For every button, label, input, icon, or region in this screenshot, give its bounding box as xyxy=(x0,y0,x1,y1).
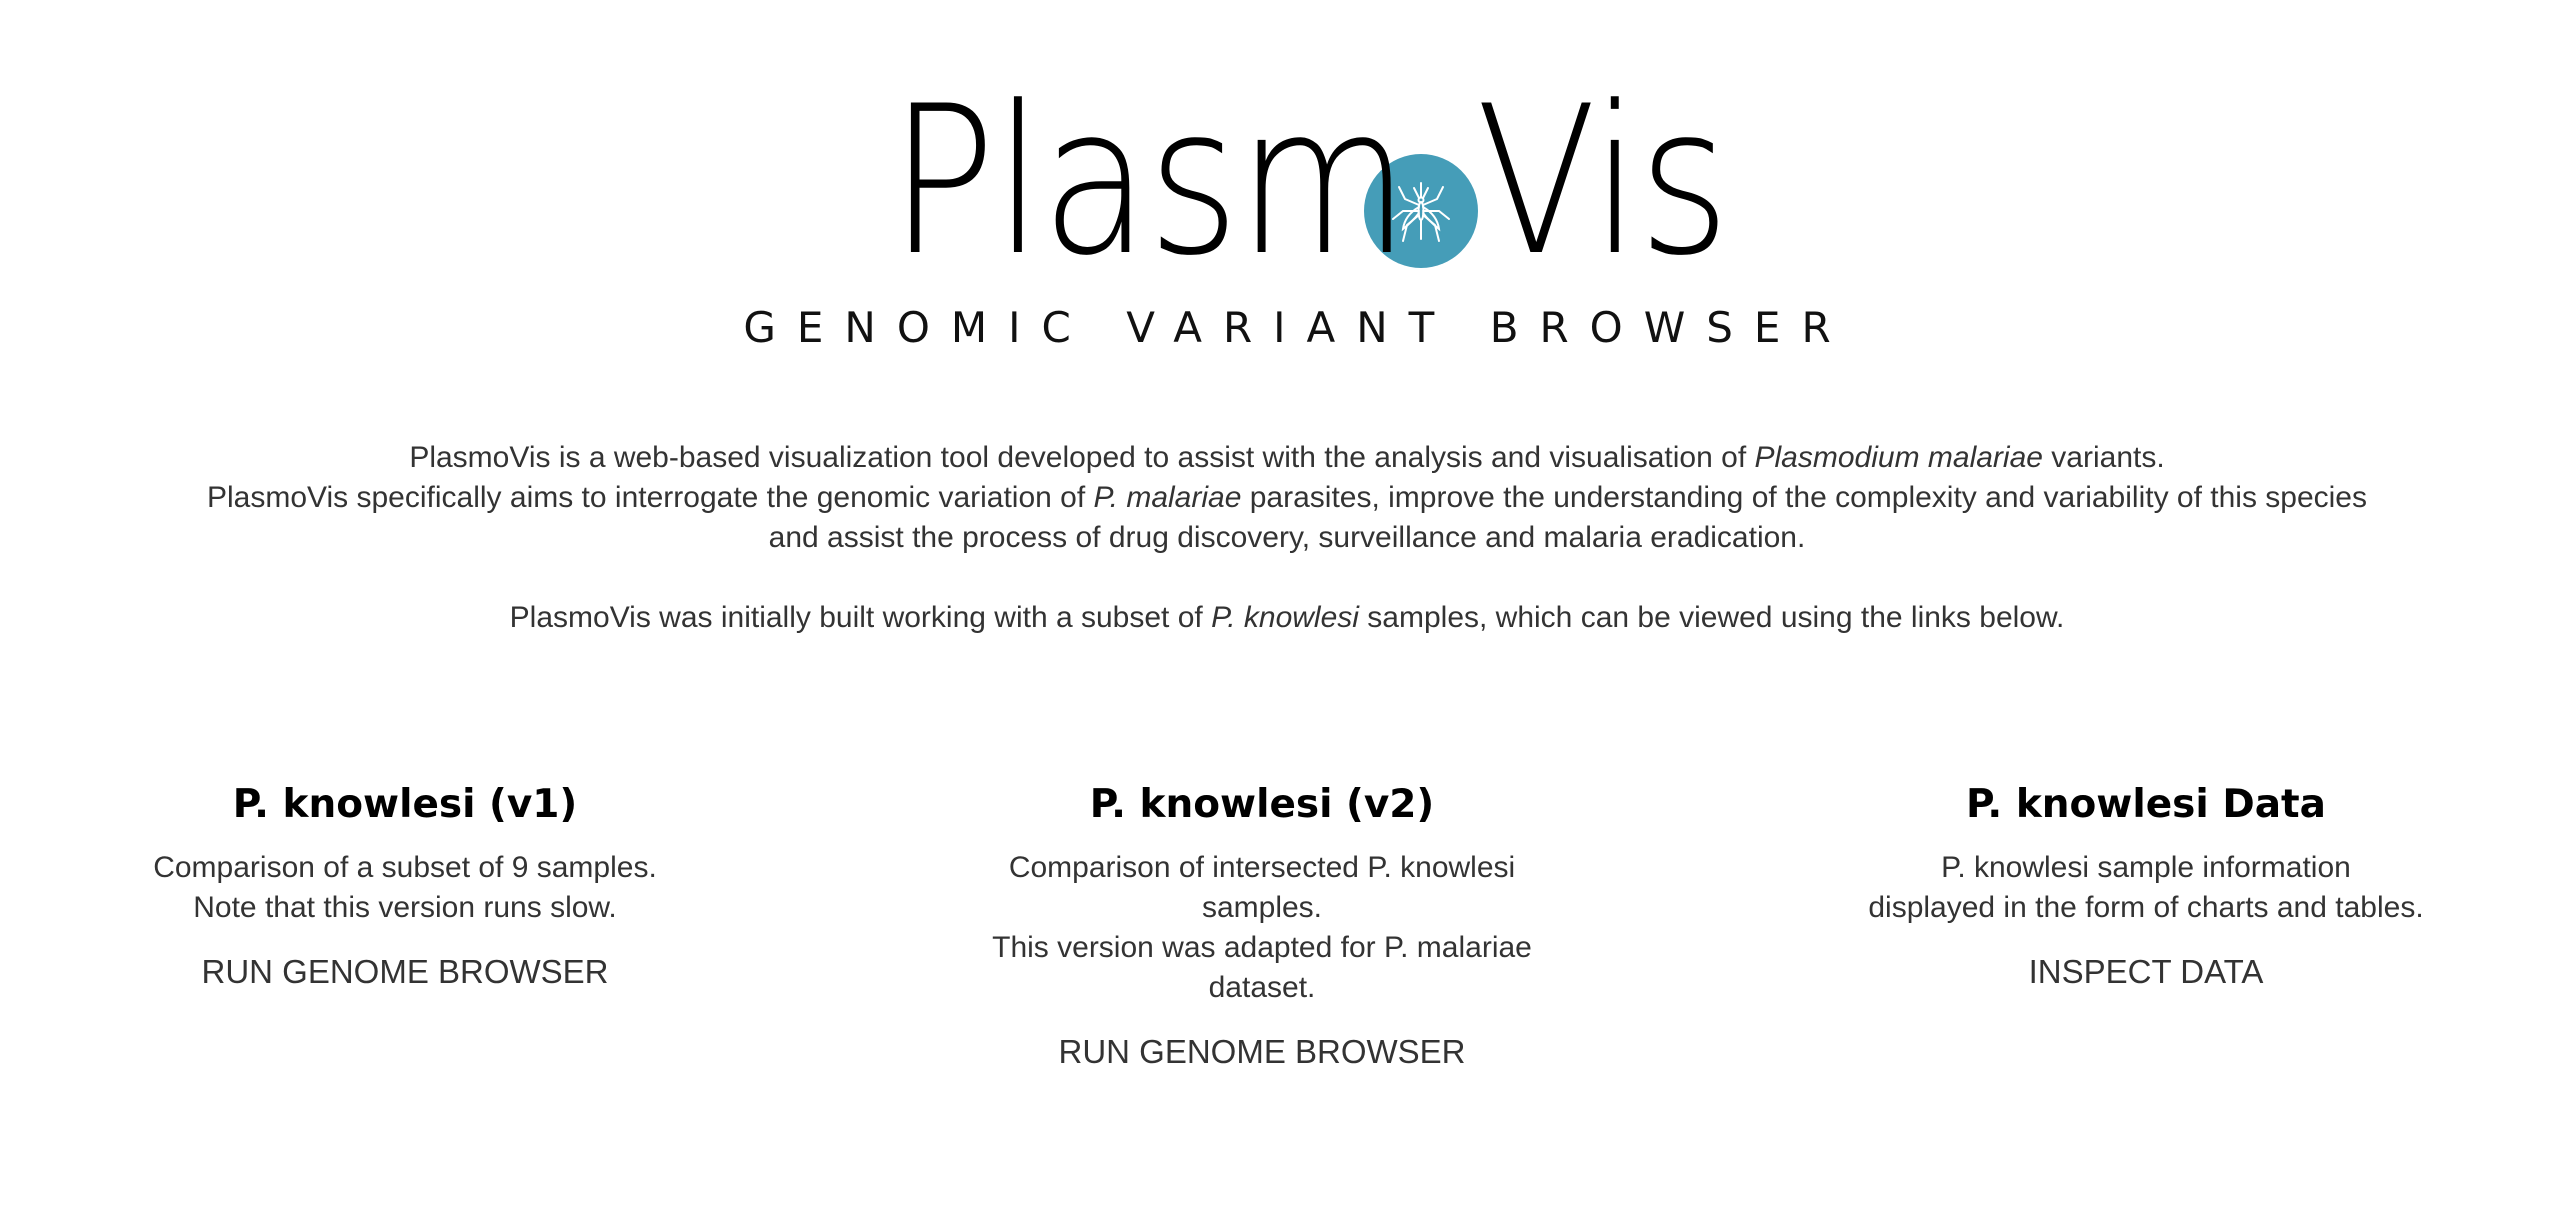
intro-text: PlasmoVis is a web-based visualization t… xyxy=(0,438,2574,638)
species-name: P. knowlesi xyxy=(1211,601,1359,634)
run-genome-browser-v2-link[interactable]: RUN GENOME BROWSER xyxy=(1058,1032,1465,1072)
card-description: P. knowlesi sample information displayed… xyxy=(1868,851,2424,924)
intro-line-4: PlasmoVis was initially built working wi… xyxy=(509,601,2065,634)
card-title: P. knowlesi (v2) xyxy=(1089,782,1435,827)
logo: Plasm Vis GENOMIC VARIANT BROWSER xyxy=(0,80,2574,353)
logo-title-right: Vis xyxy=(1475,63,1730,301)
card-description: Comparison of a subset of 9 samples. Not… xyxy=(153,851,657,924)
intro-line-2: PlasmoVis specifically aims to interroga… xyxy=(207,481,2367,514)
species-name: Plasmodium malariae xyxy=(1754,441,2043,474)
logo-subtitle: GENOMIC VARIANT BROWSER xyxy=(743,303,1852,352)
card-knowlesi-data: P. knowlesi Data P. knowlesi sample info… xyxy=(1846,780,2446,992)
logo-title: Plasm Vis xyxy=(805,80,1769,285)
run-genome-browser-v1-link[interactable]: RUN GENOME BROWSER xyxy=(201,952,608,992)
inspect-data-link[interactable]: INSPECT DATA xyxy=(2029,952,2264,992)
species-name: P. malariae xyxy=(1093,481,1242,514)
logo-title-left: Plasm xyxy=(889,63,1409,301)
intro-line-3: and assist the process of drug discovery… xyxy=(768,521,1806,554)
card-knowlesi-v1: P. knowlesi (v1) Comparison of a subset … xyxy=(105,780,705,992)
card-knowlesi-v2: P. knowlesi (v2) Comparison of intersect… xyxy=(962,780,1562,1072)
card-title: P. knowlesi (v1) xyxy=(232,782,578,827)
card-description: Comparison of intersected P. knowlesi sa… xyxy=(992,851,1532,1004)
card-title: P. knowlesi Data xyxy=(1966,782,2326,827)
intro-line-1: PlasmoVis is a web-based visualization t… xyxy=(409,441,2165,474)
page: Plasm Vis GENOMIC VARIANT BROWSER Plasmo… xyxy=(0,0,2574,1206)
